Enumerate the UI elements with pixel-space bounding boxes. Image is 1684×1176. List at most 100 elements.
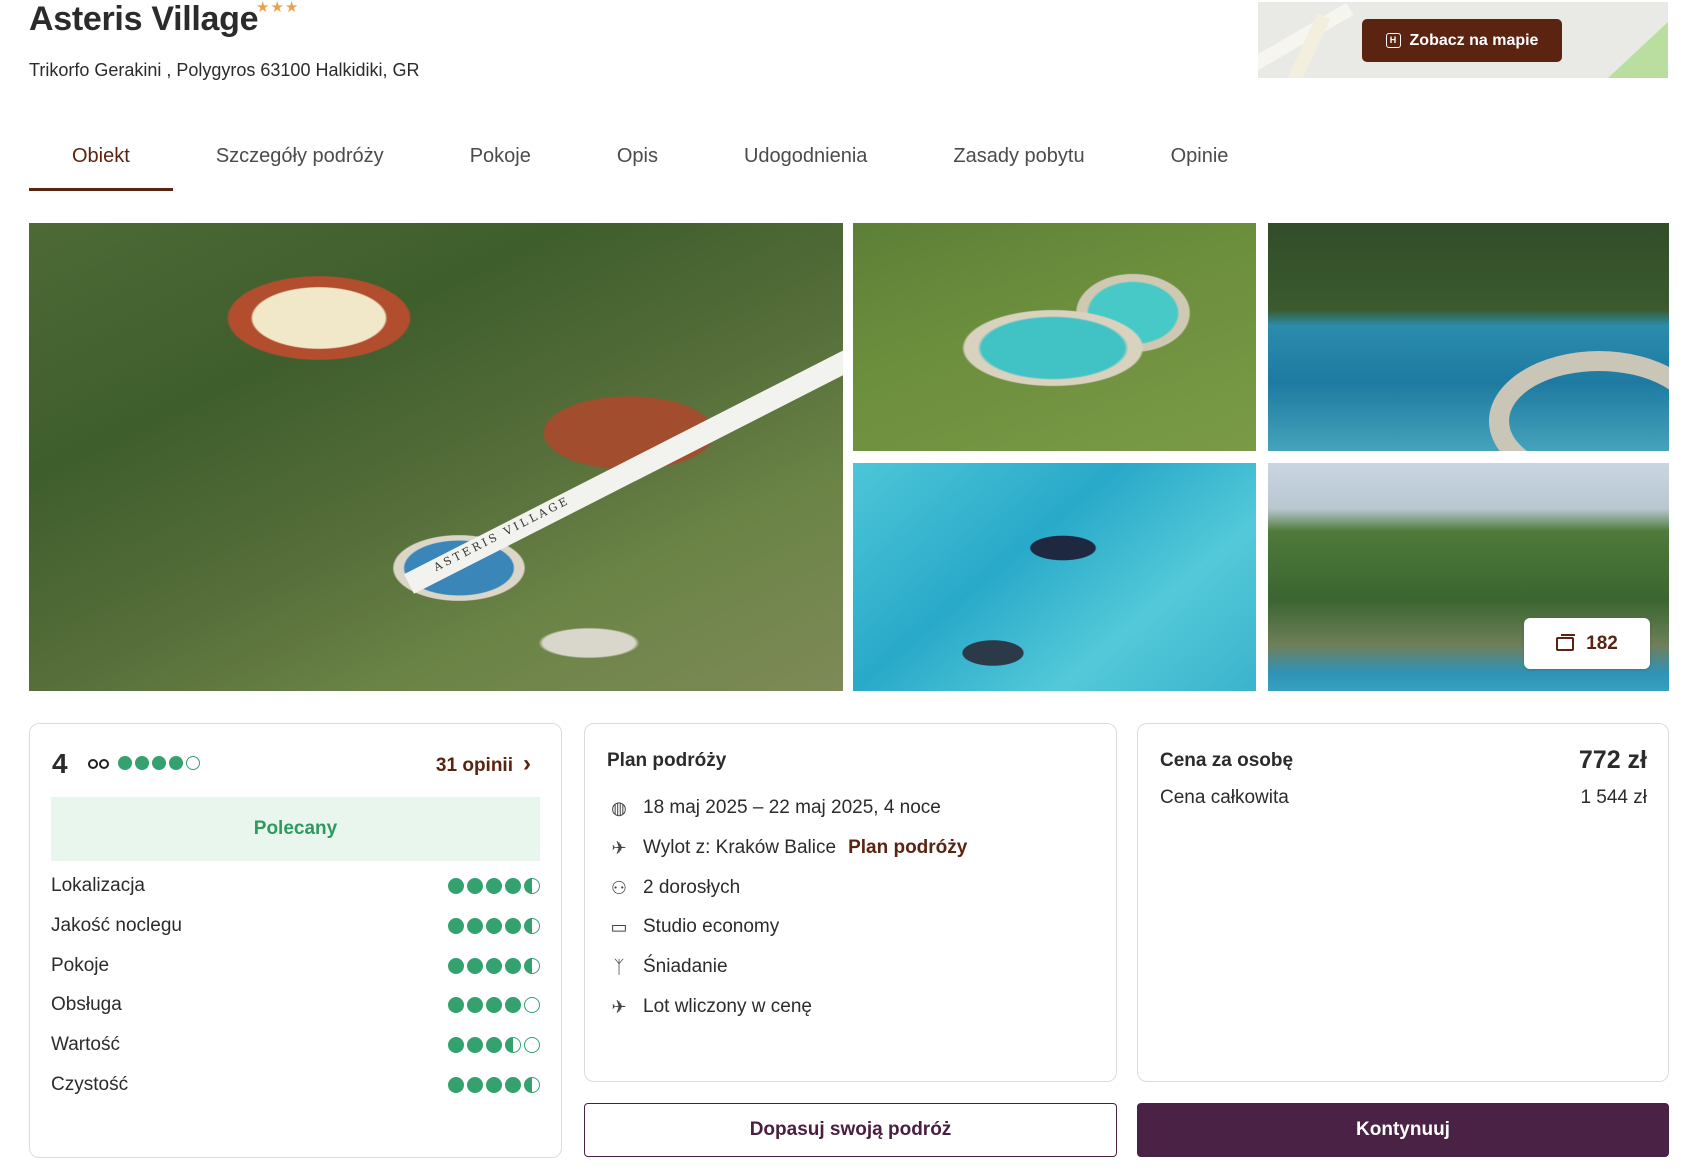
criterion-dots [448,1037,540,1053]
pool-swimmer-photo[interactable] [853,463,1256,691]
rating-dot [505,997,521,1013]
photo-wall: ASTERIS VILLAGE [404,338,843,594]
tab-house-rules[interactable]: Zasady pobytu [910,135,1127,191]
pool-aerial-photo[interactable] [853,223,1256,451]
rating-dot [505,1077,521,1093]
rating-dot [505,918,521,934]
calendar-globe-icon: ◍ [611,797,627,818]
reviews-link[interactable]: 31 opinii [436,750,531,778]
plan-dates-row: ◍ 18 maj 2025 – 22 maj 2025, 4 noce [607,794,941,822]
plan-board: Śniadanie [643,956,728,977]
pool-dive-photo[interactable] [1268,223,1669,451]
criterion-dots [448,997,540,1013]
show-on-map-label: Zobacz na mapie [1409,31,1539,49]
gallery-icon [1556,633,1576,651]
rating-dot [486,878,502,894]
rating-dot [524,997,540,1013]
rating-dot [448,1037,464,1053]
plan-flight-row: ✈ Lot wliczony w cenę [607,993,812,1021]
criterion-label: Obsługa [51,994,122,1015]
rating-dot [524,1037,540,1053]
plan-details-link[interactable]: Plan podróży [848,837,967,859]
photo-pool-deck [1489,351,1669,451]
price-card: Cena za osobę 772 zł Cena całkowita 1 54… [1137,723,1669,1082]
price-total-label: Cena całkowita [1160,787,1289,808]
travel-plan-card: Plan podróży ◍ 18 maj 2025 – 22 maj 2025… [584,723,1117,1082]
rating-dot [486,918,502,934]
rating-dot [169,756,183,770]
rating-dot [152,756,166,770]
criterion-row: Pokoje [51,953,540,979]
price-per-person-value: 772 zł [1578,746,1647,774]
plan-dates: 18 maj 2025 – 22 maj 2025, 4 noce [643,797,941,818]
rating-score: 4 [52,748,68,779]
users-icon: ⚇ [610,877,628,898]
main-hotel-photo[interactable]: ASTERIS VILLAGE [29,223,843,691]
section-tabs: Obiekt Szczegóły podróży Pokoje Opis Udo… [29,135,1271,191]
rating-dot [524,1077,540,1093]
rating-dot [505,878,521,894]
criterion-label: Wartość [51,1034,120,1055]
rating-dot [524,918,540,934]
criterion-label: Pokoje [51,955,110,976]
rating-card: 4 31 opinii Polecany Lokalizacja Jakość … [29,723,562,1158]
show-on-map-button[interactable]: H Zobacz na mapie [1362,19,1562,62]
bed-icon: ▭ [610,916,628,937]
tab-amenities[interactable]: Udogodnienia [701,135,910,191]
tab-obiekt[interactable]: Obiekt [29,135,173,191]
plan-board-row: ᛉ Śniadanie [607,953,728,981]
criterion-dots [448,918,540,934]
rating-dot [524,958,540,974]
rating-dot [448,878,464,894]
plan-guests: 2 dorosłych [643,877,741,898]
rating-dot [448,1077,464,1093]
adjust-trip-button[interactable]: Dopasuj swoją podróż [584,1103,1117,1157]
plane-takeoff-icon: ✈ [611,837,627,858]
plan-departure-row: ✈ Wylot z: Kraków Balice Plan podróży [607,834,967,862]
hotel-address: Trikorfo Gerakini , Polygyros 63100 Halk… [29,60,420,80]
plane-icon: ✈ [611,996,627,1017]
tab-reviews[interactable]: Opinie [1128,135,1272,191]
rating-dot [448,958,464,974]
rating-dot [467,958,483,974]
rating-dots [118,756,200,770]
tab-rooms[interactable]: Pokoje [427,135,574,191]
tab-travel-details[interactable]: Szczegóły podróży [173,135,427,191]
cutlery-icon: ᛉ [613,956,625,977]
rating-dot [467,918,483,934]
rating-dot [467,1037,483,1053]
recommended-badge: Polecany [51,797,540,861]
criterion-row: Czystość [51,1072,540,1098]
criterion-label: Czystość [51,1074,129,1095]
plan-room: Studio economy [643,916,780,937]
rating-dot [486,997,502,1013]
rating-dot [118,756,132,770]
tab-description[interactable]: Opis [574,135,701,191]
rating-dot [486,1077,502,1093]
criterion-row: Wartość [51,1032,540,1058]
tripadvisor-icon [88,757,112,771]
criterion-row: Lokalizacja [51,873,540,899]
rating-dot [448,997,464,1013]
criterion-label: Jakość noclegu [51,915,182,936]
criterion-row: Jakość noclegu [51,913,540,939]
criterion-dots [448,1077,540,1093]
criterion-dots [448,878,540,894]
rating-dot [524,878,540,894]
price-total-value: 1 544 zł [1580,787,1647,808]
photo-watermark: ASTERIS VILLAGE [431,493,573,574]
plan-flight: Lot wliczony w cenę [643,996,812,1017]
plan-guests-row: ⚇ 2 dorosłych [607,874,740,902]
criterion-row: Obsługa [51,992,540,1018]
plan-room-row: ▭ Studio economy [607,913,779,941]
gallery-count: 182 [1586,632,1618,654]
rating-dot [448,918,464,934]
gallery-count-button[interactable]: 182 [1524,618,1650,669]
price-per-person-label: Cena za osobę [1160,750,1294,771]
plan-title: Plan podróży [607,750,727,771]
rating-dot [486,958,502,974]
hotel-name: Asteris Village [29,0,259,38]
continue-button[interactable]: Kontynuuj [1137,1103,1669,1157]
map-pin-icon: H [1385,33,1401,48]
rating-dot [186,756,200,770]
